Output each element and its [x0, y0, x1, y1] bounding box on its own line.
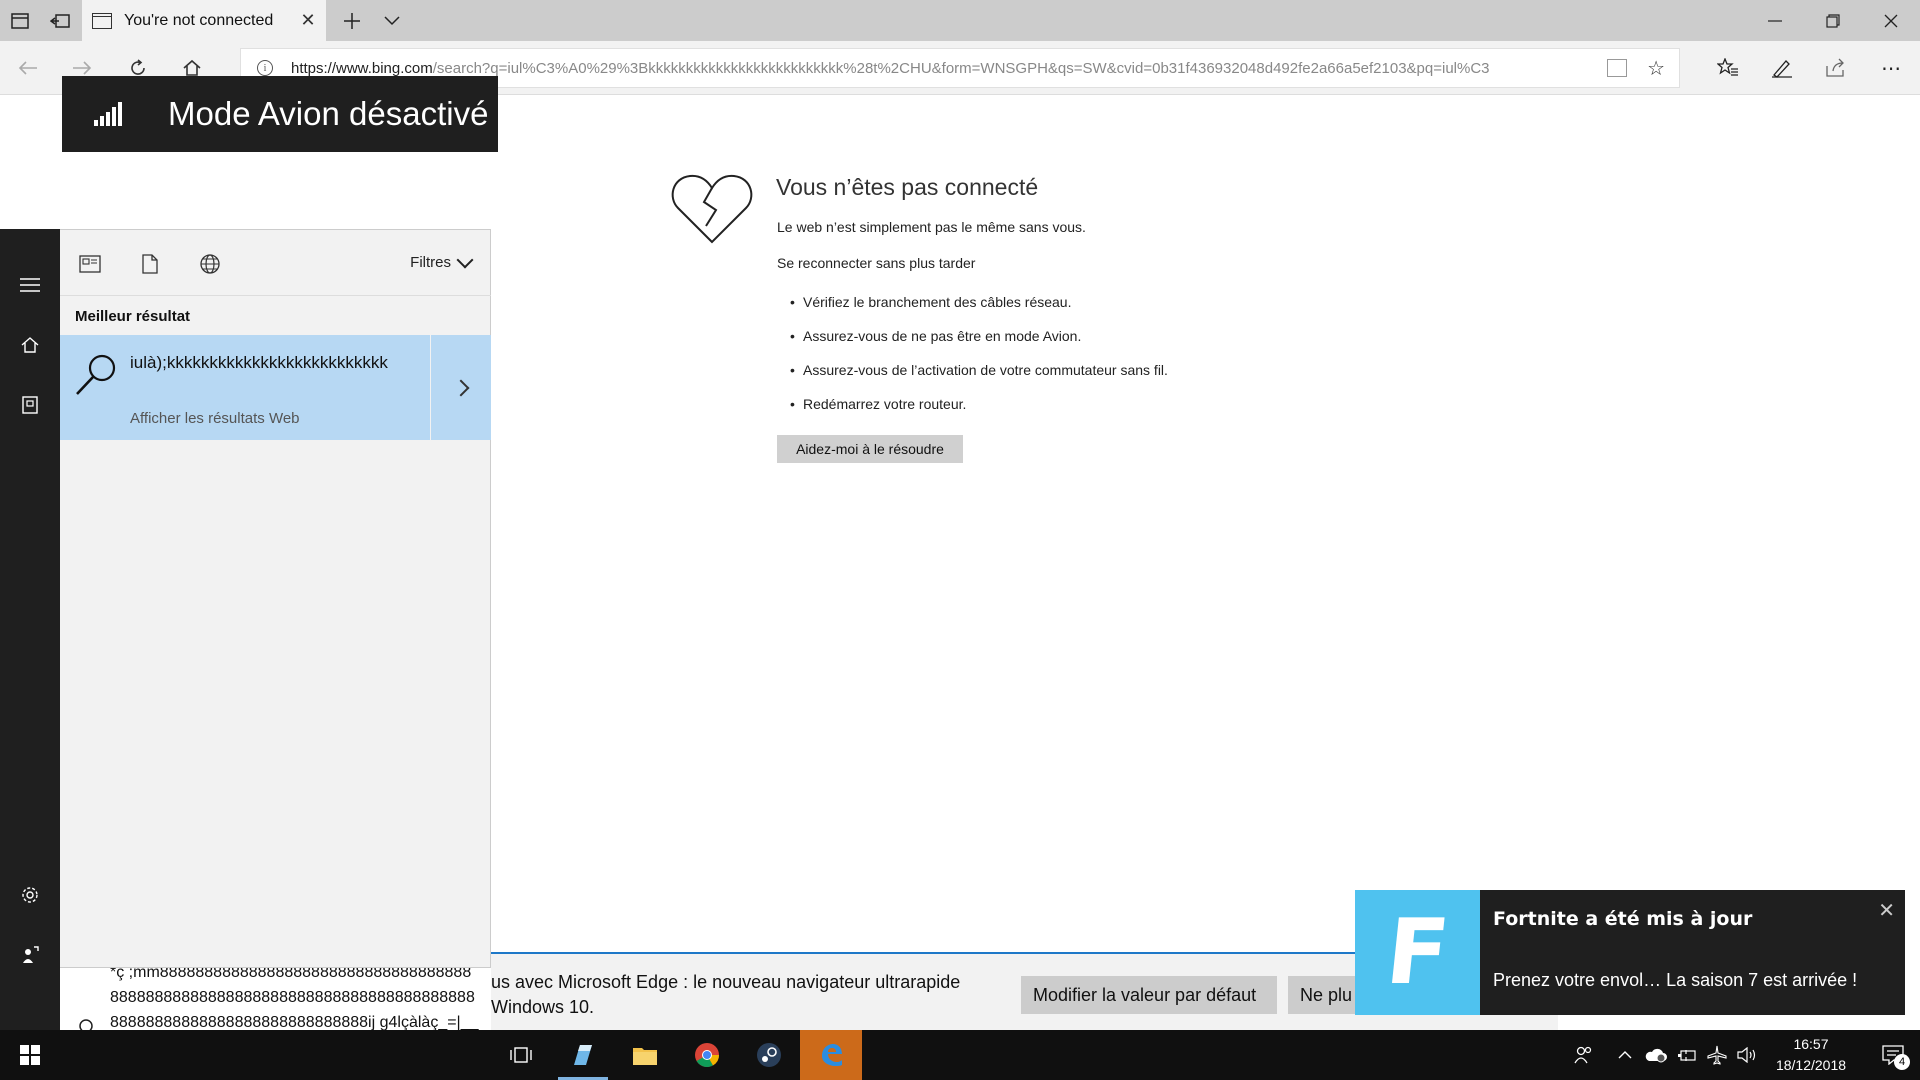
tab-title: You're not connected — [124, 11, 274, 29]
action-center-button[interactable]: 4 — [1866, 1030, 1920, 1080]
page-icon — [92, 12, 112, 29]
new-tab-icon[interactable] — [332, 0, 372, 41]
tab-list-chevron-icon[interactable] — [372, 0, 412, 41]
notification-title: Fortnite a été mis à jour — [1493, 908, 1753, 930]
search-panel: Filtres Meilleur résultat iulà);kkkkkkkk… — [0, 229, 491, 1080]
restore-icon[interactable] — [1804, 0, 1862, 41]
airplane-mode-toast: Mode Avion désactivé — [62, 76, 498, 152]
error-subtitle: Le web n’est simplement pas le même sans… — [777, 219, 1086, 235]
close-icon[interactable]: ✕ — [1878, 898, 1895, 922]
broken-heart-icon — [671, 174, 753, 244]
search-results-pane: Filtres Meilleur résultat iulà);kkkkkkkk… — [60, 229, 491, 1080]
task-view-icon[interactable] — [490, 1030, 552, 1080]
hamburger-menu-icon[interactable] — [0, 265, 60, 305]
help-me-fix-button[interactable]: Aidez-moi à le résoudre — [777, 435, 963, 463]
error-title: Vous n’êtes pas connecté — [776, 174, 1039, 200]
feedback-icon[interactable] — [0, 935, 60, 975]
default-browser-message: us avec Microsoft Edge : le nouveau navi… — [491, 972, 961, 1017]
result-expand-button[interactable] — [431, 335, 491, 440]
start-button[interactable] — [0, 1030, 60, 1080]
minimize-icon[interactable] — [1746, 0, 1804, 41]
app-icon-paint[interactable] — [552, 1030, 614, 1080]
file-explorer-icon[interactable] — [614, 1030, 676, 1080]
notification-body: Prenez votre envol… La saison 7 est arri… — [1493, 970, 1858, 990]
search-magnifier-icon — [76, 354, 116, 395]
result-title: iulà);kkkkkkkkkkkkkkkkkkkkkkkkkk — [130, 353, 388, 372]
notification-count-badge: 4 — [1894, 1054, 1910, 1070]
airplane-mode-label: Mode Avion désactivé — [168, 95, 489, 132]
notification-toast[interactable]: F Fortnite a été mis à jour Prenez votre… — [1355, 890, 1905, 1015]
list-item: Assurez-vous de l’activation de votre co… — [790, 362, 1168, 396]
show-hidden-icons-chevron-icon[interactable] — [1610, 1030, 1640, 1080]
search-filter-bar: Filtres — [60, 230, 491, 296]
url-text[interactable]: https://www.bing.com/search?q=iul%C3%A0%… — [291, 60, 1581, 77]
tab-active[interactable]: You're not connected ✕ — [82, 0, 326, 41]
site-info-icon[interactable]: i — [257, 60, 273, 76]
search-sidebar — [0, 229, 60, 1080]
best-result-heading: Meilleur résultat — [75, 308, 191, 325]
share-icon[interactable] — [1811, 41, 1861, 95]
web-filter-globe-icon[interactable] — [198, 252, 222, 276]
chevron-right-icon — [452, 379, 470, 396]
favorite-star-icon[interactable]: ☆ — [1647, 56, 1665, 80]
pen-notes-icon[interactable] — [1757, 41, 1807, 95]
documents-filter-icon[interactable] — [138, 252, 162, 276]
system-clock[interactable]: 16:57 18/12/2018 — [1768, 1034, 1854, 1076]
clock-time: 16:57 — [1793, 1036, 1829, 1052]
best-result-item[interactable]: iulà);kkkkkkkkkkkkkkkkkkkkkkkkkk Affiche… — [60, 335, 430, 440]
settings-gear-icon[interactable] — [0, 875, 60, 915]
chevron-down-icon — [456, 251, 474, 268]
more-options-icon[interactable]: ⋯ — [1866, 41, 1916, 95]
steam-icon[interactable] — [738, 1030, 800, 1080]
favorites-hub-icon[interactable] — [1703, 41, 1753, 95]
chrome-icon[interactable] — [676, 1030, 738, 1080]
reading-view-icon[interactable] — [1607, 59, 1627, 77]
list-item: Vérifiez le branchement des câbles résea… — [790, 294, 1168, 328]
back-icon[interactable] — [4, 41, 52, 95]
error-section-heading: Se reconnecter sans plus tarder — [777, 255, 976, 271]
title-bar: You're not connected ✕ — [0, 0, 1920, 41]
close-tab-icon[interactable]: ✕ — [298, 10, 318, 31]
list-item: Assurez-vous de ne pas être en mode Avio… — [790, 328, 1168, 362]
battery-icon[interactable] — [1672, 1030, 1702, 1080]
apps-filter-icon[interactable] — [78, 252, 102, 276]
filters-label: Filtres — [410, 254, 451, 271]
home-icon[interactable] — [0, 325, 60, 365]
edge-icon[interactable] — [800, 1030, 862, 1080]
airplane-icon[interactable] — [1702, 1030, 1732, 1080]
troubleshoot-list: Vérifiez le branchement des câbles résea… — [790, 294, 1168, 430]
tab-preview-icon[interactable] — [0, 0, 40, 41]
set-aside-tabs-icon[interactable] — [40, 0, 80, 41]
onedrive-sync-icon[interactable] — [1640, 1030, 1672, 1080]
signal-bars-icon — [94, 102, 124, 126]
windows-logo-icon — [20, 1045, 40, 1065]
close-window-icon[interactable] — [1862, 0, 1920, 41]
filters-dropdown[interactable]: Filtres — [410, 251, 474, 271]
result-subtitle: Afficher les résultats Web — [130, 410, 300, 427]
people-icon[interactable] — [1566, 1030, 1602, 1080]
notebook-icon[interactable] — [0, 385, 60, 425]
volume-icon[interactable] — [1732, 1030, 1764, 1080]
taskbar: 16:57 18/12/2018 4 — [0, 1030, 1920, 1080]
list-item: Redémarrez votre routeur. — [790, 396, 1168, 430]
change-default-button[interactable]: Modifier la valeur par défaut — [1021, 976, 1277, 1014]
fortnite-app-icon: F — [1355, 890, 1480, 1015]
clock-date: 18/12/2018 — [1775, 1057, 1847, 1073]
